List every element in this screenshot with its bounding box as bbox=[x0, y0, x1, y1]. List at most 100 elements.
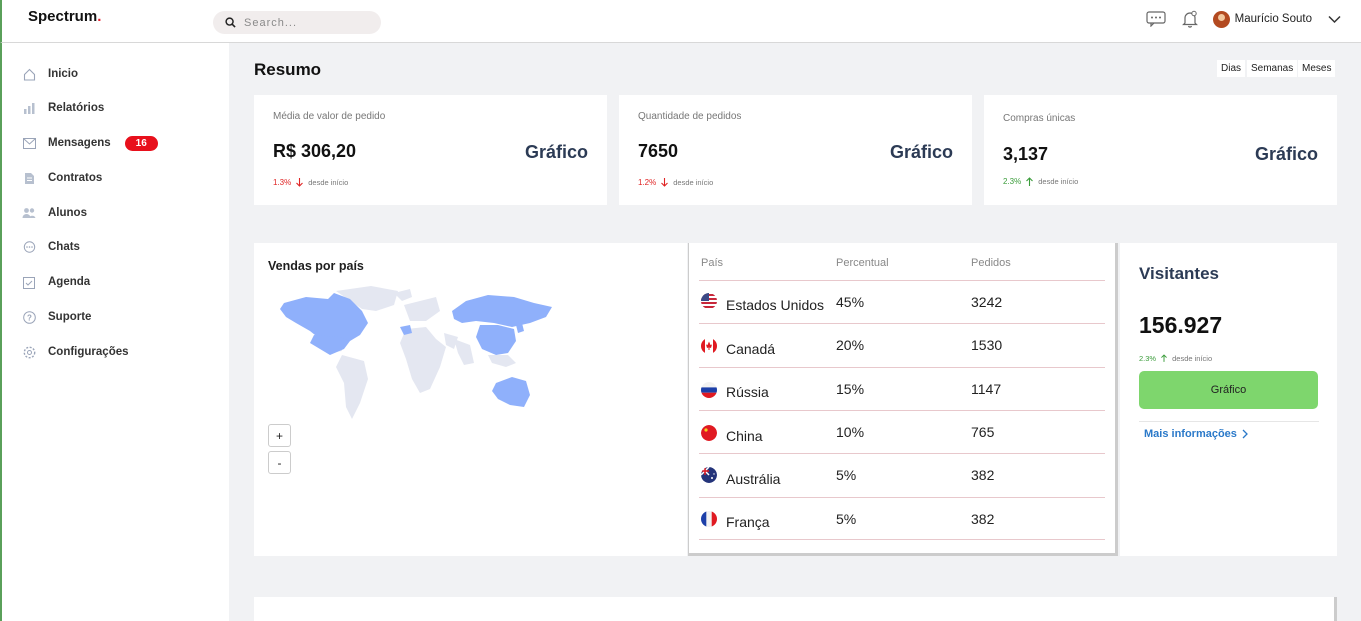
user-name[interactable]: Maurício Souto bbox=[1235, 13, 1312, 25]
kpi-since: desde início bbox=[673, 178, 714, 187]
mail-icon bbox=[22, 136, 36, 150]
country-orders: 1147 bbox=[971, 381, 1002, 397]
country-name: Estados Unidos bbox=[726, 297, 825, 313]
kpi-value: R$ 306,20 bbox=[273, 141, 357, 161]
country-percent: 10% bbox=[836, 424, 865, 440]
table-row[interactable]: França 5% 382 bbox=[699, 497, 1105, 540]
table-row[interactable]: China 10% 765 bbox=[699, 410, 1105, 453]
kpi-card-order-count: Quantidade de pedidos 7650 Gráfico 1.2% … bbox=[619, 95, 972, 205]
visitors-chart-button[interactable]: Gráfico bbox=[1139, 371, 1318, 409]
arrow-up-icon bbox=[1026, 177, 1034, 186]
kpi-chart-link[interactable]: Gráfico bbox=[890, 142, 953, 163]
flag-ca-icon bbox=[701, 338, 717, 354]
sidebar-item-alunos[interactable]: Alunos bbox=[22, 203, 87, 223]
country-name: Austrália bbox=[726, 471, 781, 487]
table-row[interactable]: Austrália 5% 382 bbox=[699, 453, 1105, 496]
visitors-value: 156.927 bbox=[1139, 312, 1223, 338]
zoom-out-button[interactable]: - bbox=[268, 451, 291, 474]
sidebar-item-chats[interactable]: Chats bbox=[22, 237, 80, 257]
column-header-country: País bbox=[701, 257, 724, 269]
kpi-change: 1.3% desde início bbox=[273, 178, 348, 187]
country-percent: 15% bbox=[836, 381, 865, 397]
search-icon bbox=[225, 17, 236, 28]
country-orders: 765 bbox=[971, 424, 995, 440]
avatar[interactable] bbox=[1212, 10, 1230, 28]
visitors-card: Visitantes 156.927 2.3% desde início Grá… bbox=[1120, 243, 1337, 556]
range-months-button[interactable]: Meses bbox=[1298, 60, 1336, 77]
sidebar-item-mensagens[interactable]: Mensagens 16 bbox=[22, 133, 158, 153]
kpi-value: 7650 bbox=[638, 141, 679, 161]
flag-us-icon bbox=[701, 293, 717, 309]
chevron-right-icon bbox=[1242, 429, 1248, 439]
svg-text:?: ? bbox=[27, 313, 32, 322]
kpi-value: 3,137 bbox=[1003, 144, 1049, 164]
more-info-label: Mais informações bbox=[1144, 428, 1237, 440]
kpi-change-value: 1.3% bbox=[273, 178, 292, 187]
sidebar-item-label: Inicio bbox=[48, 68, 79, 80]
sidebar-item-label: Chats bbox=[48, 241, 80, 253]
app-logo[interactable]: Spectrum. bbox=[28, 8, 101, 25]
zoom-in-button[interactable]: + bbox=[268, 424, 291, 447]
kpi-chart-link[interactable]: Gráfico bbox=[1255, 144, 1318, 165]
search-input[interactable] bbox=[244, 16, 364, 29]
country-name: França bbox=[726, 514, 770, 530]
arrow-down-icon bbox=[661, 178, 669, 187]
range-days-button[interactable]: Dias bbox=[1217, 60, 1246, 77]
sidebar-item-label: Agenda bbox=[48, 276, 91, 288]
country-name: Canadá bbox=[726, 341, 776, 357]
country-percent: 5% bbox=[836, 467, 857, 483]
sidebar-item-label: Relatórios bbox=[48, 102, 105, 114]
country-name: China bbox=[726, 428, 763, 444]
sidebar-item-label: Mensagens bbox=[48, 137, 111, 149]
sidebar-item-label: Configurações bbox=[48, 346, 129, 358]
arrow-up-icon bbox=[1161, 354, 1168, 362]
kpi-chart-link[interactable]: Gráfico bbox=[525, 142, 588, 163]
bottom-card bbox=[254, 597, 1337, 621]
sidebar-item-agenda[interactable]: Agenda bbox=[22, 272, 90, 292]
chat-icon bbox=[22, 240, 36, 254]
kpi-change-value: 1.2% bbox=[638, 178, 657, 187]
country-percent: 20% bbox=[836, 337, 865, 353]
more-info-link[interactable]: Mais informações bbox=[1144, 428, 1248, 440]
flag-ru-icon bbox=[701, 382, 717, 398]
messages-badge: 16 bbox=[124, 135, 158, 151]
visitors-title: Visitantes bbox=[1139, 264, 1220, 283]
sidebar-item-configuracoes[interactable]: Configurações bbox=[22, 342, 129, 362]
table-row[interactable]: Canadá 20% 1530 bbox=[699, 323, 1105, 366]
range-weeks-button[interactable]: Semanas bbox=[1247, 60, 1298, 77]
calendar-icon bbox=[22, 275, 36, 289]
country-orders: 3242 bbox=[971, 294, 1003, 310]
sales-by-country-card: Vendas por país + - bbox=[254, 243, 687, 556]
sidebar-item-contratos[interactable]: Contratos bbox=[22, 168, 102, 188]
document-icon bbox=[22, 171, 36, 185]
sidebar-item-suporte[interactable]: ? Suporte bbox=[22, 307, 91, 327]
table-row[interactable]: Estados Unidos 45% 3242 bbox=[699, 280, 1105, 323]
country-orders: 382 bbox=[971, 511, 995, 527]
chevron-down-icon[interactable] bbox=[1328, 15, 1341, 24]
country-percent: 45% bbox=[836, 294, 865, 310]
visitors-change: 2.3% desde início bbox=[1139, 354, 1212, 363]
users-icon bbox=[22, 206, 36, 220]
kpi-card-unique-purchases: Compras únicas 3,137 Gráfico 2.3% desde … bbox=[984, 95, 1337, 205]
kpi-change: 1.2% desde início bbox=[638, 178, 713, 187]
sidebar-item-relatorios[interactable]: Relatórios bbox=[22, 98, 104, 118]
divider bbox=[1139, 421, 1319, 422]
sidebar-item-label: Suporte bbox=[48, 311, 92, 323]
table-row[interactable]: Rússia 15% 1147 bbox=[699, 367, 1105, 410]
kpi-change: 2.3% desde início bbox=[1003, 177, 1078, 186]
kpi-card-average-order: Média de valor de pedido R$ 306,20 Gráfi… bbox=[254, 95, 607, 205]
world-map[interactable] bbox=[276, 283, 566, 423]
column-header-orders: Pedidos bbox=[971, 257, 1011, 269]
visitors-change-value: 2.3% bbox=[1139, 354, 1157, 363]
kpi-change-value: 2.3% bbox=[1003, 177, 1022, 186]
notification-bell-icon[interactable] bbox=[1179, 8, 1201, 30]
arrow-down-icon bbox=[296, 178, 304, 187]
country-name: Rússia bbox=[726, 384, 769, 400]
chat-bubble-icon[interactable] bbox=[1145, 8, 1167, 30]
sidebar-item-inicio[interactable]: Inicio bbox=[22, 64, 78, 84]
visitors-since: desde início bbox=[1172, 354, 1213, 363]
kpi-since: desde início bbox=[1038, 177, 1079, 186]
search-box[interactable] bbox=[213, 11, 381, 34]
sidebar-item-label: Alunos bbox=[48, 207, 87, 219]
country-orders: 1530 bbox=[971, 337, 1003, 353]
